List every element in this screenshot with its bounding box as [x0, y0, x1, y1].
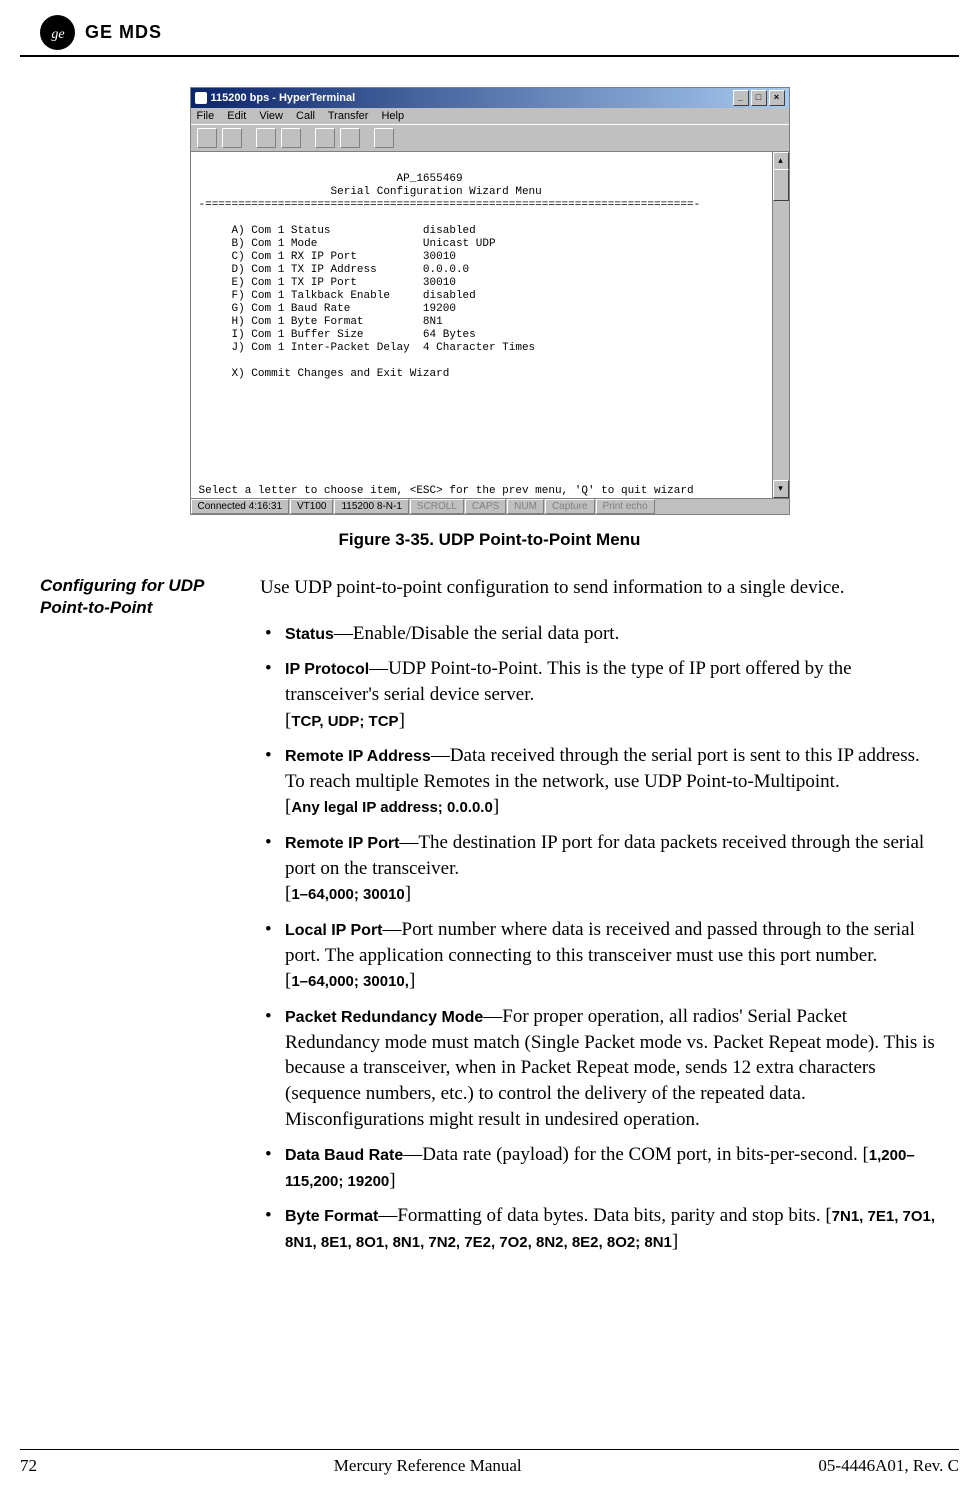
toolbar-open-icon[interactable] — [222, 128, 242, 148]
param-range: Any legal IP address; 0.0.0.0 — [291, 799, 493, 816]
scroll-up-button[interactable]: ▴ — [773, 152, 789, 170]
param-name: Status — [285, 626, 334, 643]
figure-caption: Figure 3-35. UDP Point-to-Point Menu — [40, 530, 939, 550]
app-icon — [195, 92, 207, 104]
ge-monogram-icon: ge — [40, 15, 75, 50]
vertical-scrollbar[interactable]: ▴ ▾ — [772, 152, 789, 498]
toolbar-send-icon[interactable] — [315, 128, 335, 148]
list-item: Remote IP Address—Data received through … — [260, 743, 939, 820]
status-settings: 115200 8-N-1 — [334, 499, 408, 514]
terminal-output: AP_1655469 Serial Configuration Wizard M… — [191, 152, 789, 498]
list-item: Packet Redundancy Mode—For proper operat… — [260, 1004, 939, 1132]
status-capture: Capture — [545, 499, 595, 514]
maximize-button[interactable]: □ — [751, 90, 767, 106]
menu-transfer[interactable]: Transfer — [328, 110, 369, 122]
toolbar-disconnect-icon[interactable] — [281, 128, 301, 148]
parameter-list: Status—Enable/Disable the serial data po… — [260, 621, 939, 1255]
status-connected: Connected 4:16:31 — [191, 499, 290, 514]
status-printecho: Print echo — [596, 499, 655, 514]
footer-title: Mercury Reference Manual — [334, 1456, 522, 1476]
section-body: Use UDP point-to-point configuration to … — [260, 575, 939, 1265]
minimize-button[interactable]: _ — [733, 90, 749, 106]
status-caps: CAPS — [465, 499, 506, 514]
param-name: Byte Format — [285, 1208, 378, 1225]
statusbar: Connected 4:16:31 VT100 115200 8-N-1 SCR… — [191, 498, 789, 514]
param-name: Packet Redundancy Mode — [285, 1009, 483, 1026]
list-item: Status—Enable/Disable the serial data po… — [260, 621, 939, 647]
scroll-down-button[interactable]: ▾ — [773, 480, 789, 498]
list-item: Local IP Port—Port number where data is … — [260, 917, 939, 994]
section-side-heading: Configuring for UDP Point-to-Point — [40, 575, 240, 1265]
toolbar-receive-icon[interactable] — [340, 128, 360, 148]
list-item: Data Baud Rate—Data rate (payload) for t… — [260, 1142, 939, 1193]
window-titlebar: 115200 bps - HyperTerminal _ □ × — [191, 88, 789, 108]
list-item: Remote IP Port—The destination IP port f… — [260, 830, 939, 907]
resize-grip-icon[interactable] — [773, 499, 789, 514]
status-num: NUM — [507, 499, 544, 514]
svg-text:ge: ge — [51, 27, 64, 42]
param-range: 1–64,000; 30010 — [291, 886, 404, 903]
menu-help[interactable]: Help — [381, 110, 404, 122]
close-button[interactable]: × — [769, 90, 785, 106]
footer-doc-id: 05-4446A01, Rev. C — [818, 1456, 959, 1476]
status-scroll: SCROLL — [410, 499, 464, 514]
list-item: IP Protocol—UDP Point-to-Point. This is … — [260, 656, 939, 733]
menu-call[interactable]: Call — [296, 110, 315, 122]
toolbar-new-icon[interactable] — [197, 128, 217, 148]
menu-file[interactable]: File — [197, 110, 215, 122]
menubar: File Edit View Call Transfer Help — [191, 108, 789, 124]
page-footer: 72 Mercury Reference Manual 05-4446A01, … — [20, 1449, 959, 1476]
intro-paragraph: Use UDP point-to-point configuration to … — [260, 575, 939, 601]
status-emulation: VT100 — [290, 499, 333, 514]
menu-view[interactable]: View — [259, 110, 283, 122]
toolbar-connect-icon[interactable] — [256, 128, 276, 148]
param-name: Local IP Port — [285, 922, 383, 939]
brand-text: GE MDS — [85, 22, 162, 43]
page-header: ge GE MDS — [20, 0, 959, 57]
param-name: Remote IP Port — [285, 835, 399, 852]
scroll-thumb[interactable] — [773, 169, 789, 201]
window-title: 115200 bps - HyperTerminal — [211, 92, 356, 104]
page-number: 72 — [20, 1456, 37, 1476]
param-range: TCP, UDP; TCP — [291, 713, 398, 730]
param-name: Remote IP Address — [285, 748, 431, 765]
param-range: 1–64,000; 30010, — [291, 973, 409, 990]
param-range: 7N1, 7E1, 7O1, 8N1, 8E1, 8O1, 8N1, 7N2, … — [285, 1208, 935, 1251]
toolbar-properties-icon[interactable] — [374, 128, 394, 148]
menu-edit[interactable]: Edit — [227, 110, 246, 122]
list-item: Byte Format—Formatting of data bytes. Da… — [260, 1203, 939, 1254]
terminal-screenshot: 115200 bps - HyperTerminal _ □ × File Ed… — [190, 87, 790, 515]
param-name: IP Protocol — [285, 661, 369, 678]
toolbar — [191, 124, 789, 152]
param-name: Data Baud Rate — [285, 1147, 403, 1164]
